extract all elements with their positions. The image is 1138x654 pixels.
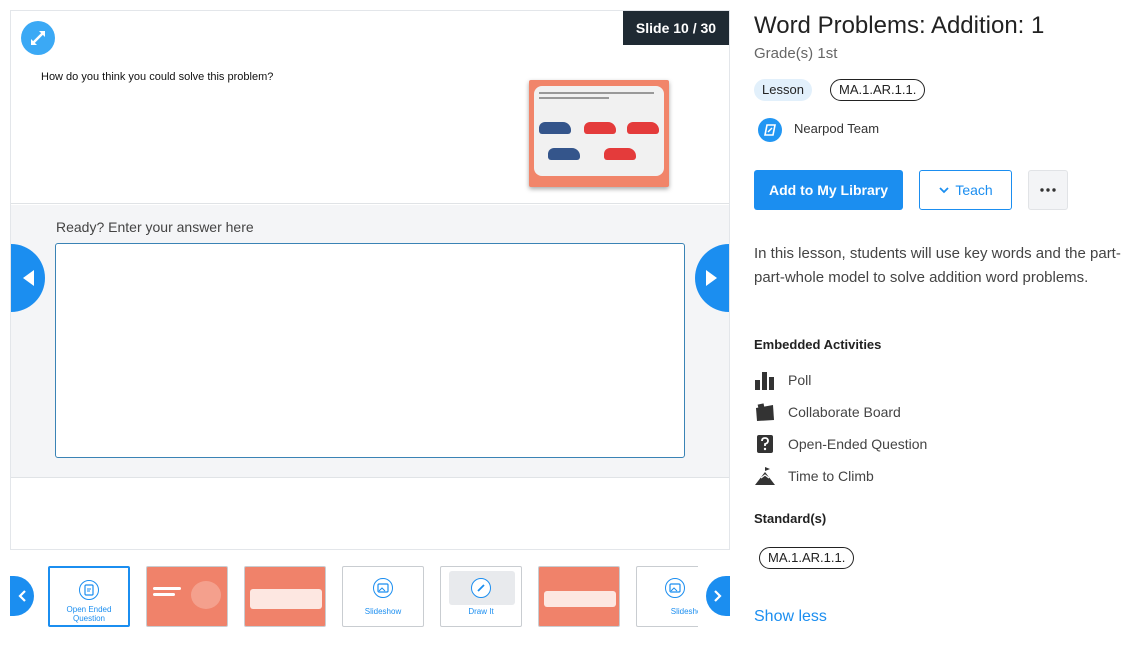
lesson-grade: Grade(s) 1st	[754, 45, 838, 62]
teach-button-label: Teach	[955, 182, 993, 198]
thumbnail-label: Slideshow	[670, 607, 698, 616]
thumbnail-slideshow[interactable]: Slideshow	[342, 566, 424, 627]
lesson-type-badge: Lesson	[754, 79, 812, 101]
standard-badge[interactable]: MA.1.AR.1.1.	[759, 547, 855, 569]
activity-item-poll: Poll	[754, 369, 811, 391]
red-car-image	[627, 122, 659, 134]
thumbnails-prev-button[interactable]	[10, 576, 34, 616]
collaborate-board-icon	[754, 401, 776, 423]
thumbnail-slide[interactable]	[244, 566, 326, 627]
thumbnail-slide[interactable]	[538, 566, 620, 627]
thumbnail-preview-card	[153, 587, 181, 590]
thumbnail-preview-card	[250, 589, 322, 609]
author-name[interactable]: Nearpod Team	[794, 121, 879, 136]
chevron-down-icon	[939, 187, 949, 194]
thumbnail-preview-card	[544, 591, 616, 607]
standards-heading: Standard(s)	[754, 511, 827, 526]
triangle-right-icon	[706, 270, 717, 286]
standard-badge[interactable]: MA.1.AR.1.1.	[830, 79, 926, 101]
thumbnail-strip: Open Ended Question Slideshow Draw It Sl…	[48, 566, 698, 628]
chevron-left-icon	[18, 590, 26, 602]
answer-label: Ready? Enter your answer here	[56, 219, 254, 235]
more-options-button[interactable]	[1028, 170, 1068, 210]
activity-item-open-ended-question: Open-Ended Question	[754, 433, 927, 455]
thumbnail-preview-card	[153, 593, 175, 596]
open-ended-question-icon	[79, 580, 99, 600]
chevron-right-icon	[714, 590, 722, 602]
more-horizontal-icon	[1040, 188, 1056, 192]
slide-image	[529, 80, 669, 187]
thumbnail-label: Slideshow	[364, 607, 402, 616]
thumbnail-label: Open Ended Question	[66, 605, 112, 623]
lesson-title: Word Problems: Addition: 1	[754, 12, 1045, 39]
lesson-description: In this lesson, students will use key wo…	[754, 245, 1121, 286]
activity-label: Poll	[788, 372, 812, 388]
activity-label: Time to Climb	[788, 468, 874, 484]
teach-button[interactable]: Teach	[919, 170, 1012, 210]
thumbnail-draw-it[interactable]: Draw It	[440, 566, 522, 627]
triangle-left-icon	[23, 270, 34, 286]
poll-icon	[754, 369, 776, 391]
time-to-climb-icon	[754, 465, 776, 487]
image-card	[534, 86, 664, 176]
show-less-link[interactable]: Show less	[754, 608, 827, 626]
blue-car-image	[548, 148, 580, 160]
thumbnail-slide[interactable]	[146, 566, 228, 627]
answer-area: Ready? Enter your answer here	[11, 205, 729, 477]
answer-input[interactable]	[55, 243, 685, 458]
blue-car-image	[539, 122, 571, 134]
slide-content: Slide 10 / 30 How do you think you could…	[11, 11, 729, 204]
question-text: How do you think you could solve this pr…	[41, 71, 274, 83]
activity-item-time-to-climb: Time to Climb	[754, 465, 874, 487]
slide-footer	[11, 477, 729, 549]
lesson-preview-page: Slide 10 / 30 How do you think you could…	[0, 0, 1138, 654]
open-ended-question-icon	[754, 433, 776, 455]
draw-it-icon	[471, 578, 491, 598]
activity-item-collaborate-board: Collaborate Board	[754, 401, 901, 423]
expand-icon	[31, 31, 45, 45]
add-to-library-button[interactable]: Add to My Library	[754, 170, 903, 210]
nearpod-logo-icon	[758, 118, 782, 142]
slide-preview: Slide 10 / 30 How do you think you could…	[10, 10, 730, 550]
thumbnails-next-button[interactable]	[706, 576, 730, 616]
image-text-line	[539, 92, 654, 94]
image-text-line	[539, 97, 609, 99]
red-car-image	[604, 148, 636, 160]
thumbnail-slideshow[interactable]: Slideshow	[636, 566, 698, 627]
expand-button[interactable]	[21, 21, 55, 55]
red-car-image	[584, 122, 616, 134]
thumbnail-open-ended-question[interactable]: Open Ended Question	[48, 566, 130, 627]
embedded-activities-heading: Embedded Activities	[754, 337, 882, 352]
slide-counter: Slide 10 / 30	[623, 11, 729, 45]
thumbnail-preview-card	[191, 581, 221, 609]
slideshow-icon	[373, 578, 393, 598]
activity-label: Open-Ended Question	[788, 436, 928, 452]
activity-label: Collaborate Board	[788, 404, 901, 420]
slideshow-icon	[665, 578, 685, 598]
thumbnail-label: Draw It	[468, 607, 494, 616]
